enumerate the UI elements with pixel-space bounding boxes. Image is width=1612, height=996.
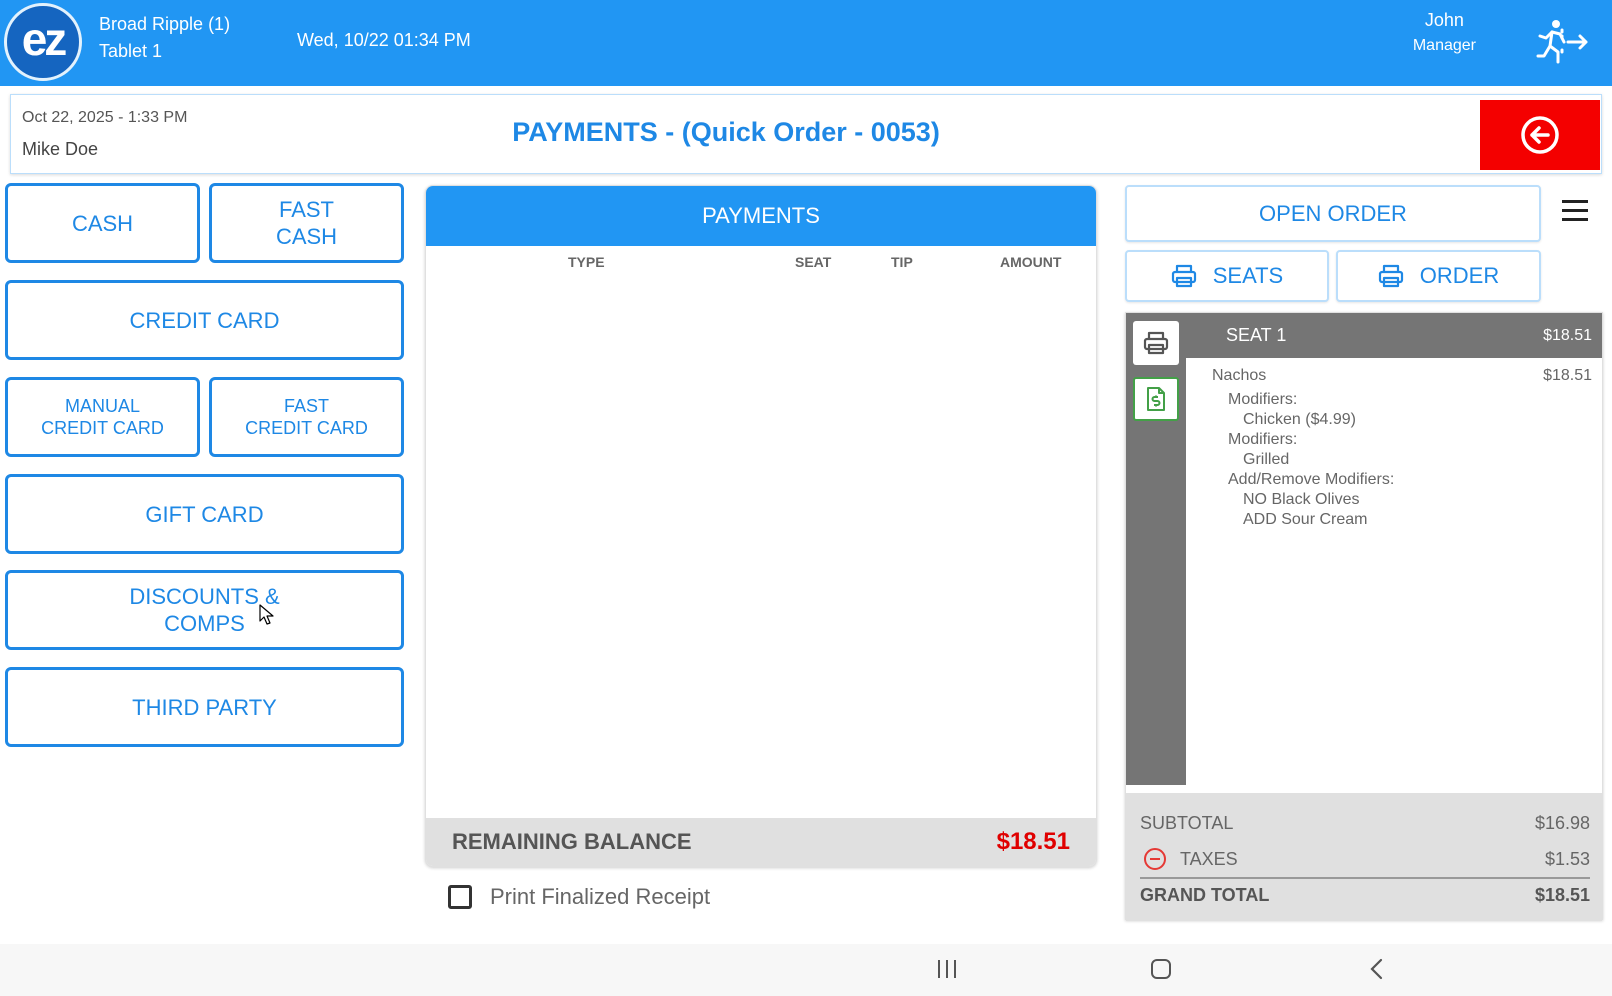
system-nav-bar: [0, 944, 1612, 996]
gift-card-button[interactable]: GIFT CARD: [5, 474, 404, 554]
seat-sidebar: [1126, 313, 1186, 785]
item-name: Nachos: [1212, 367, 1267, 384]
order-totals: SUBTOTAL $16.98 TAXES $1.53 GRAND TOTAL …: [1126, 793, 1602, 921]
payments-panel: PAYMENTS TYPE SEAT TIP AMOUNT REMAINING …: [425, 185, 1097, 867]
manual-credit-card-button[interactable]: MANUAL CREDIT CARD: [5, 377, 200, 457]
item-price: $18.51: [1543, 367, 1592, 384]
dollar-document-icon: [1147, 387, 1165, 411]
device-name: Tablet 1: [99, 41, 163, 61]
modifier-value: Chicken ($4.99): [1243, 411, 1356, 428]
back-button[interactable]: [1480, 100, 1600, 170]
open-order-button[interactable]: OPEN ORDER: [1125, 185, 1541, 242]
grand-total-row: GRAND TOTAL $18.51: [1140, 877, 1590, 911]
seat-amount: $18.51: [1543, 326, 1592, 344]
printer-icon: [1171, 264, 1196, 288]
open-order-label: OPEN ORDER: [1259, 200, 1407, 226]
current-datetime: Wed, 10/22 01:34 PM: [297, 30, 471, 50]
subtotal-label: SUBTOTAL: [1140, 812, 1234, 833]
seat-payment-button[interactable]: [1133, 377, 1179, 421]
print-order-label: ORDER: [1419, 263, 1500, 288]
print-receipt-option[interactable]: Print Finalized Receipt: [448, 884, 710, 910]
order-header: Oct 22, 2025 - 1:33 PM Mike Doe PAYMENTS…: [10, 94, 1602, 174]
modifier-value: ADD Sour Cream: [1243, 511, 1368, 528]
modifier-heading: Modifiers:: [1228, 431, 1298, 448]
seat-items: Nachos $18.51 Modifiers: Chicken ($4.99)…: [1186, 358, 1602, 785]
remaining-balance-label: REMAINING BALANCE: [452, 829, 692, 854]
credit-card-button[interactable]: CREDIT CARD: [5, 280, 404, 360]
modifier-heading: Modifiers:: [1228, 391, 1298, 408]
location-info: Broad Ripple (1) Tablet 1: [99, 11, 230, 65]
column-tip: TIP: [891, 254, 913, 270]
recent-apps-icon[interactable]: [936, 958, 958, 980]
taxes-row: TAXES $1.53: [1140, 841, 1590, 877]
column-seat: SEAT: [795, 254, 832, 270]
seat-name: SEAT 1: [1226, 325, 1287, 345]
seat-panel: SEAT 1 $18.51 Nachos $18.51 Modifiers: C…: [1125, 312, 1603, 921]
page-title: PAYMENTS - (Quick Order - 0053): [512, 117, 940, 147]
taxes-value: $1.53: [1544, 848, 1590, 869]
list-item[interactable]: Nachos $18.51: [1212, 366, 1592, 386]
taxes-label: TAXES: [1180, 848, 1238, 869]
mouse-cursor-icon: [259, 604, 274, 625]
discounts-comps-button[interactable]: DISCOUNTS & COMPS: [5, 570, 404, 650]
logo-text: ez: [21, 13, 68, 65]
seat-header[interactable]: SEAT 1 $18.51: [1186, 313, 1602, 358]
ez-logo: ez: [4, 3, 82, 81]
user-info[interactable]: John Manager: [1413, 8, 1476, 58]
grand-total-label: GRAND TOTAL: [1140, 884, 1270, 905]
top-bar: ez Broad Ripple (1) Tablet 1 Wed, 10/22 …: [0, 0, 1612, 86]
print-seats-label: SEATS: [1212, 263, 1284, 288]
subtotal-value: $16.98: [1534, 812, 1590, 833]
location-name: Broad Ripple (1): [99, 14, 231, 34]
fast-cash-button[interactable]: FAST CASH: [209, 183, 404, 263]
subtotal-row: SUBTOTAL $16.98: [1140, 805, 1590, 841]
cash-button[interactable]: CASH: [5, 183, 200, 263]
print-seats-button[interactable]: SEATS: [1125, 250, 1329, 302]
modifier-value: NO Black Olives: [1243, 491, 1360, 508]
fast-credit-card-button[interactable]: FAST CREDIT CARD: [209, 377, 404, 457]
grand-total-value: $18.51: [1534, 884, 1590, 905]
print-seat-button[interactable]: [1133, 321, 1179, 365]
print-receipt-label: Print Finalized Receipt: [490, 884, 711, 909]
print-receipt-checkbox[interactable]: [448, 885, 472, 909]
print-order-button[interactable]: ORDER: [1336, 250, 1541, 302]
printer-icon: [1143, 331, 1169, 355]
user-role: Manager: [1412, 37, 1476, 54]
column-amount: AMOUNT: [1000, 254, 1062, 270]
home-icon[interactable]: [1150, 958, 1172, 980]
third-party-button[interactable]: THIRD PARTY: [5, 667, 404, 747]
user-name: John: [1424, 10, 1464, 30]
remove-tax-icon[interactable]: [1144, 848, 1166, 870]
back-arrow-icon: [1521, 116, 1559, 154]
running-exit-icon[interactable]: [1536, 18, 1590, 66]
column-type: TYPE: [568, 254, 605, 270]
payments-columns: TYPE SEAT TIP AMOUNT: [426, 246, 1096, 276]
hamburger-menu-icon[interactable]: [1562, 200, 1588, 224]
modifier-heading: Add/Remove Modifiers:: [1228, 471, 1395, 488]
printer-icon: [1378, 264, 1403, 288]
modifier-value: Grilled: [1243, 451, 1290, 468]
payments-panel-title: PAYMENTS: [426, 186, 1096, 246]
remaining-balance-value: $18.51: [996, 828, 1070, 855]
remaining-balance-bar: REMAINING BALANCE $18.51: [426, 818, 1096, 866]
back-nav-icon[interactable]: [1366, 958, 1388, 980]
